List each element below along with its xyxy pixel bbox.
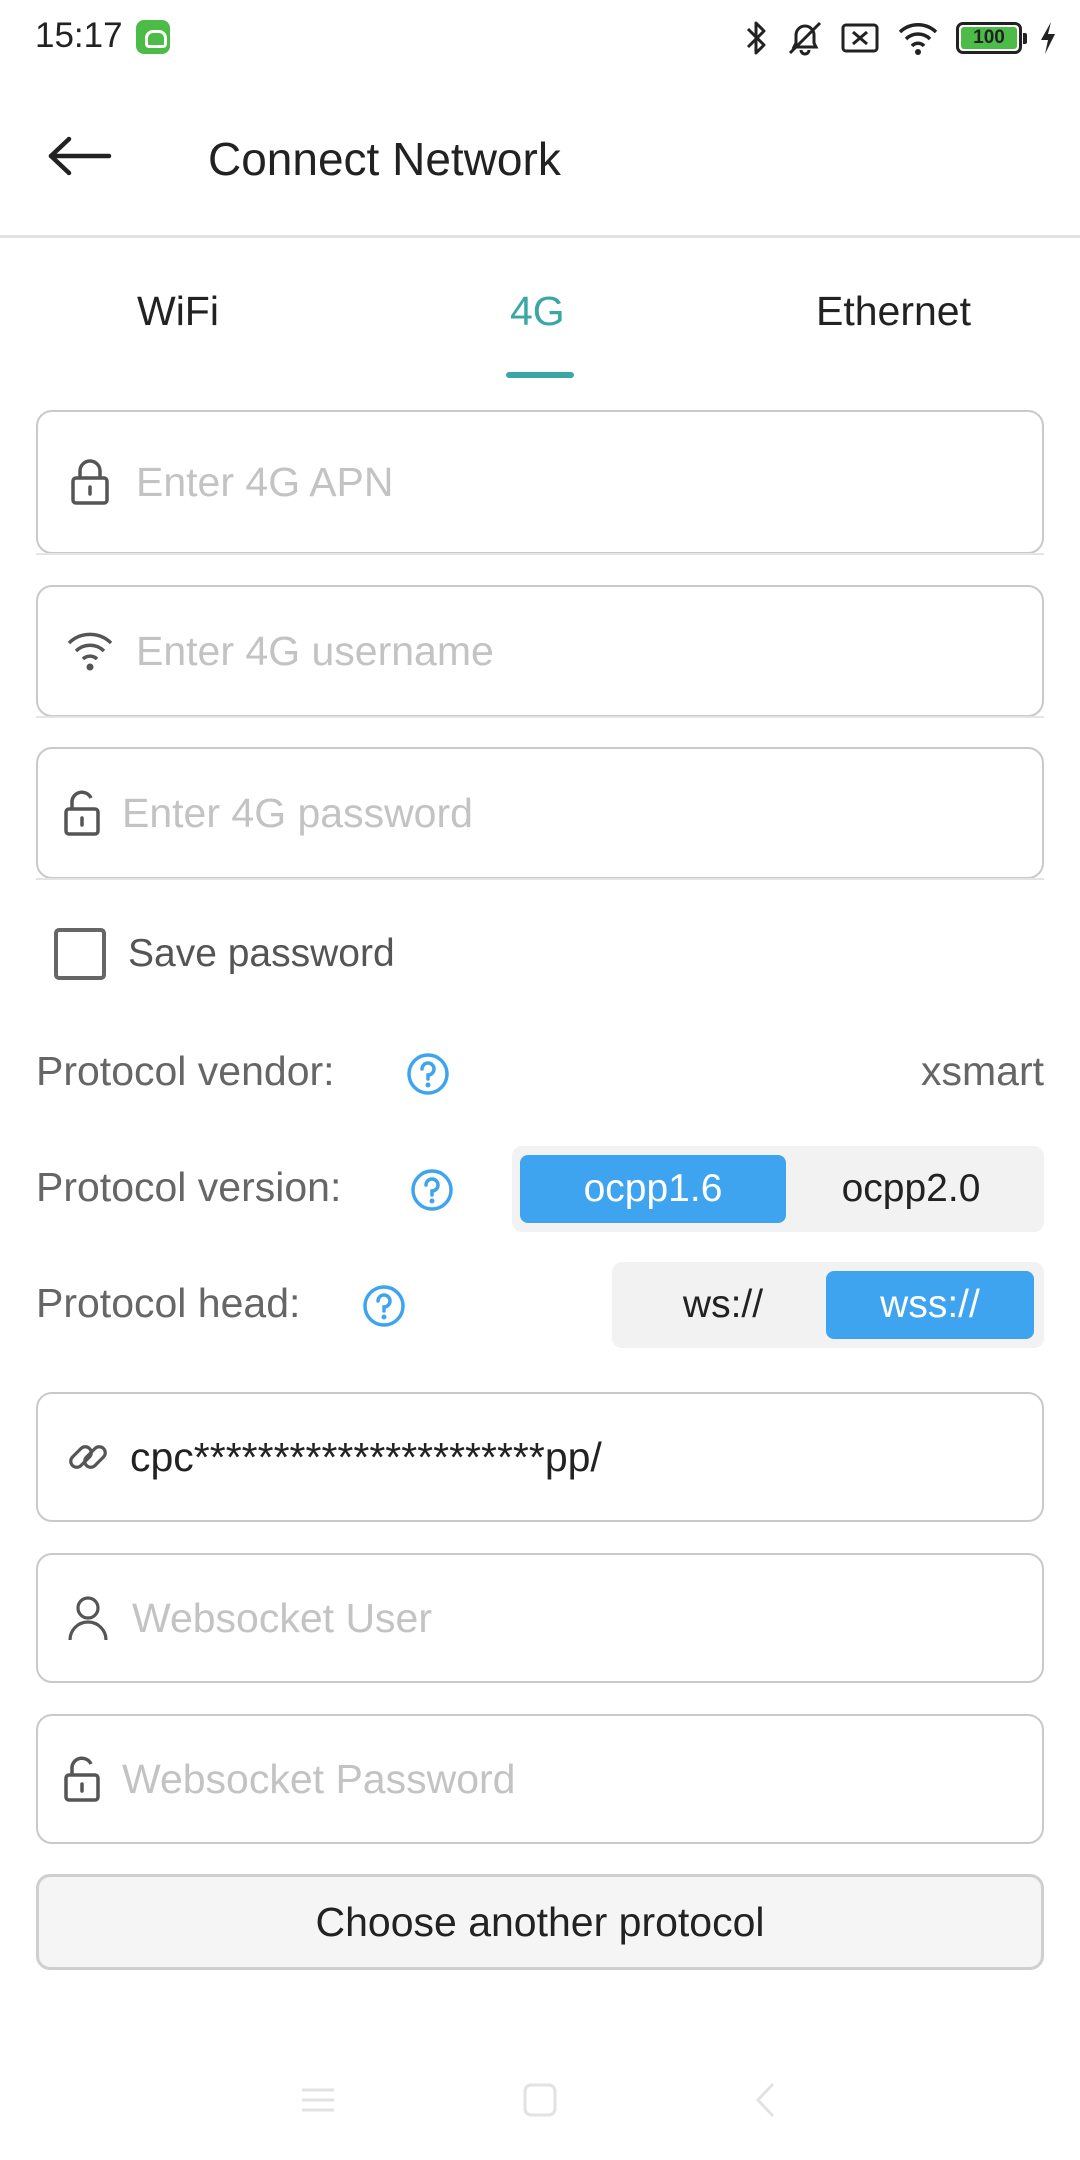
nav-home-button[interactable] [514,2074,566,2126]
arrow-left-icon [48,136,112,176]
app-notification-icon [136,20,170,54]
websocket-user-field[interactable] [36,1553,1044,1683]
apn-field[interactable] [36,410,1044,554]
unlock-icon [58,1755,106,1803]
home-square-icon [523,2083,557,2117]
password-underline [36,878,1044,880]
bluetooth-icon [746,21,766,55]
apn-input[interactable] [136,458,996,506]
link-icon [64,1433,112,1481]
tab-active-indicator [506,372,574,378]
save-password-row[interactable]: Save password [54,928,395,980]
nav-back-button[interactable] [740,2074,792,2126]
tab-ethernet[interactable]: Ethernet [816,288,971,335]
websocket-url-input[interactable] [130,1433,990,1481]
head-option-ws[interactable]: ws:// [620,1271,826,1339]
websocket-password-field[interactable] [36,1714,1044,1844]
network-tabs: WiFi 4G Ethernet [0,270,1080,380]
choose-protocol-button[interactable]: Choose another protocol [36,1874,1044,1970]
head-help-icon[interactable] [362,1284,406,1328]
protocol-vendor-label: Protocol vendor: [36,1048,335,1094]
protocol-version-label: Protocol version: [36,1164,342,1210]
websocket-user-input[interactable] [132,1594,992,1642]
page-title: Connect Network [208,133,561,185]
system-nav-bar [0,2060,1080,2140]
protocol-version-toggle: ocpp1.6 ocpp2.0 [512,1146,1044,1232]
apn-underline [36,553,1044,555]
status-time: 15:17 [35,16,123,55]
username-field[interactable] [36,585,1044,717]
unlock-icon [58,789,106,837]
protocol-head-label: Protocol head: [36,1280,301,1326]
save-password-checkbox[interactable] [54,928,106,980]
nav-menu-button[interactable] [292,2074,344,2126]
user-icon [64,1594,112,1642]
websocket-password-input[interactable] [122,1755,982,1803]
save-password-label: Save password [128,932,395,975]
head-option-wss[interactable]: wss:// [826,1271,1034,1339]
version-option-ocpp20[interactable]: ocpp2.0 [786,1155,1036,1223]
username-underline [36,716,1044,718]
sim-error-icon [841,23,879,53]
battery-level: 100 [961,27,1017,49]
wifi-icon [898,23,938,55]
username-input[interactable] [136,627,996,675]
version-help-icon[interactable] [410,1168,454,1212]
tab-wifi[interactable]: WiFi [137,288,219,335]
menu-icon [302,2088,334,2112]
password-input[interactable] [122,789,982,837]
protocol-head-toggle: ws:// wss:// [612,1262,1044,1348]
version-option-ocpp16[interactable]: ocpp1.6 [520,1155,786,1223]
app-header: Connect Network [0,76,1080,238]
websocket-url-field[interactable] [36,1392,1044,1522]
back-button[interactable] [44,120,116,192]
status-icons: 100 [744,18,1058,58]
battery-icon: 100 [956,22,1027,54]
chevron-left-icon [755,2082,775,2118]
lock-icon [66,458,114,506]
password-field[interactable] [36,747,1044,879]
mute-icon [788,21,822,56]
protocol-vendor-value: xsmart [921,1048,1044,1094]
wifi-signal-icon [66,627,114,675]
tab-4g[interactable]: 4G [510,288,565,335]
charging-icon [1041,22,1055,54]
status-bar: 15:17 100 [0,0,1080,76]
vendor-help-icon[interactable] [406,1052,450,1096]
